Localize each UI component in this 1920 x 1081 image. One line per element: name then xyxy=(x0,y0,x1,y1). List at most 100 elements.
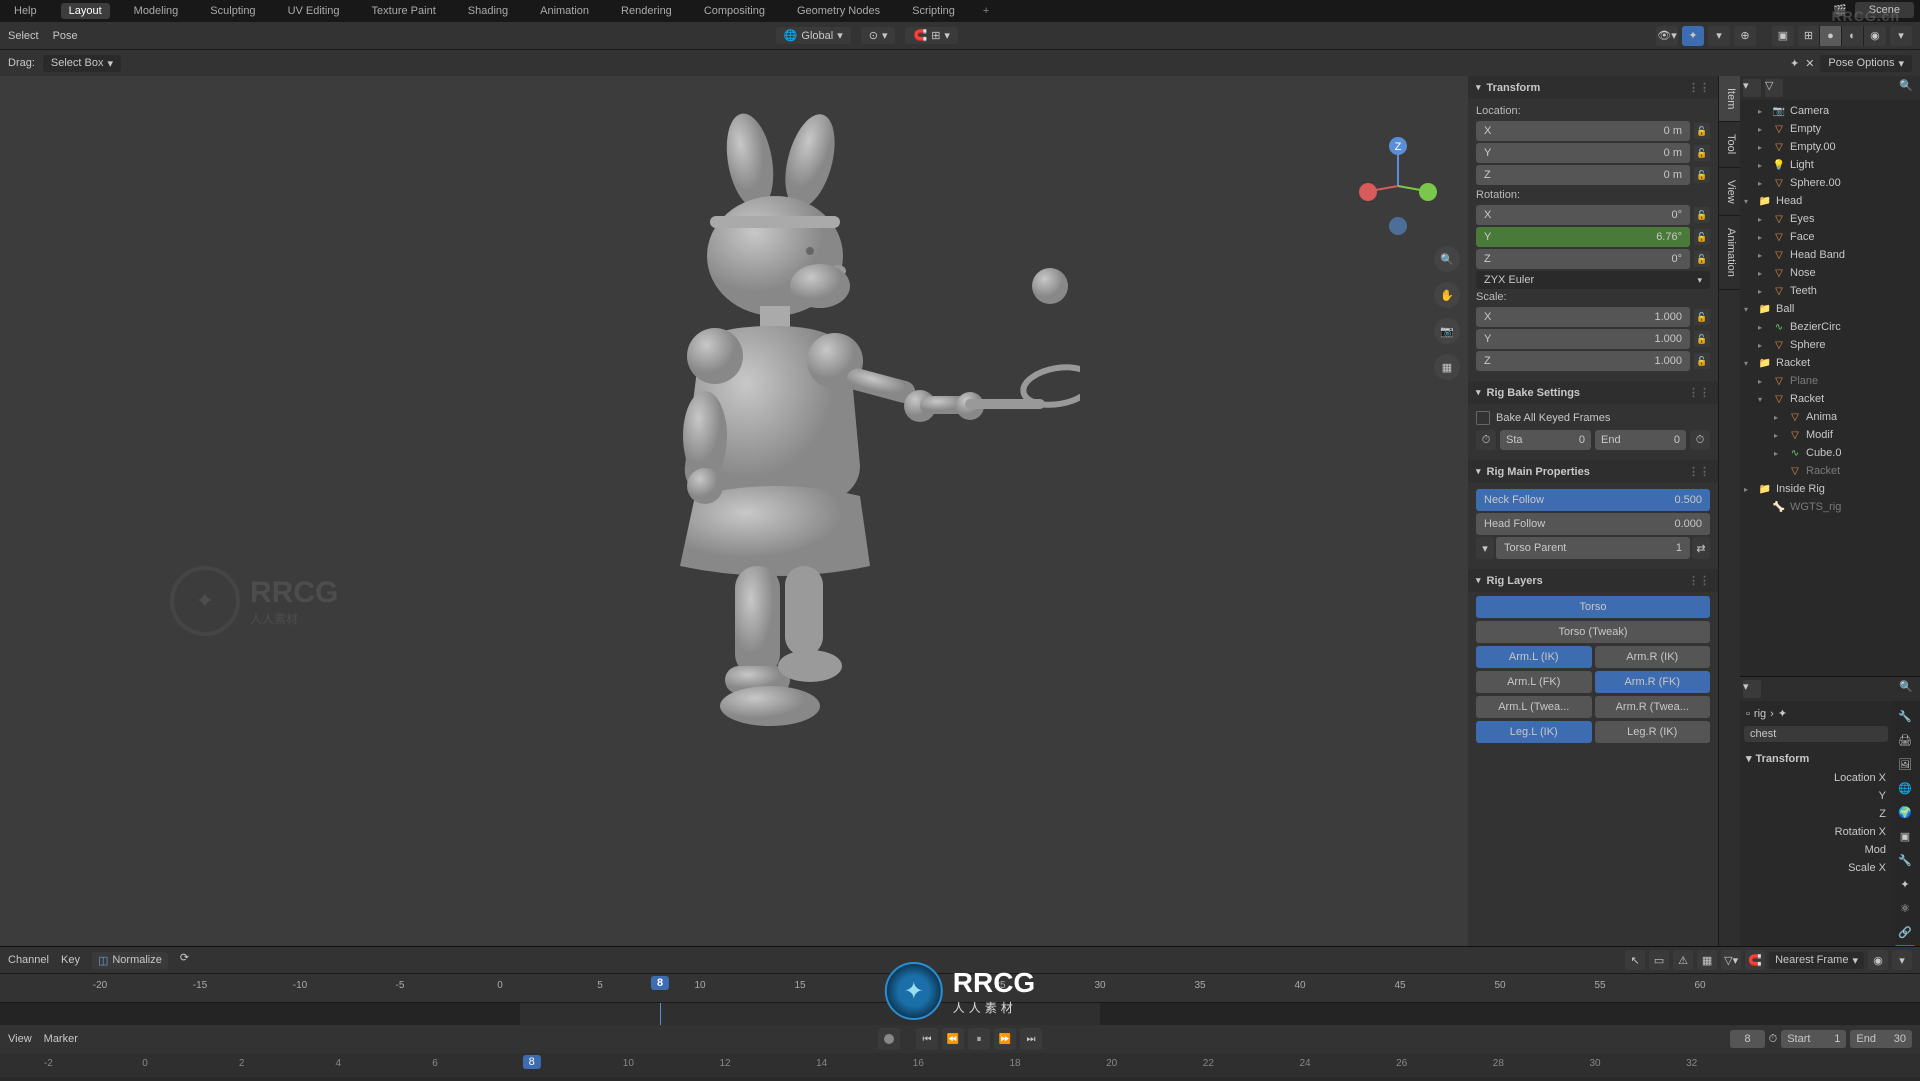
workspace-tab-layout[interactable]: Layout xyxy=(61,3,110,19)
lock-icon[interactable]: 🔓 xyxy=(1694,309,1710,325)
outliner-item[interactable]: ▸▽Head Band xyxy=(1740,246,1920,264)
neck-follow-field[interactable]: Neck Follow0.500 xyxy=(1476,489,1710,511)
workspace-tab-geonodes[interactable]: Geometry Nodes xyxy=(789,3,888,19)
gizmo-dropdown[interactable]: ▾ xyxy=(1708,26,1730,46)
end-frame-field[interactable]: End30 xyxy=(1850,1030,1912,1048)
wireframe-shading[interactable]: ⊞ xyxy=(1798,26,1820,46)
filter-icon[interactable]: ▽ xyxy=(1765,79,1783,97)
workspace-tab-compositing[interactable]: Compositing xyxy=(696,3,773,19)
perspective-icon[interactable]: ▦ xyxy=(1434,354,1460,380)
outliner-item[interactable]: ▸▽Empty xyxy=(1740,120,1920,138)
chevron-down-icon[interactable]: ▾ xyxy=(1476,537,1494,559)
grid-icon[interactable]: ▦ xyxy=(1697,950,1717,970)
layer-torso[interactable]: Torso xyxy=(1476,596,1710,618)
prop-tab-physics[interactable]: ⚛ xyxy=(1894,897,1916,919)
shading-dropdown[interactable]: ▾ xyxy=(1890,26,1912,46)
outliner-tree[interactable]: ▸📷Camera▸▽Empty▸▽Empty.00▸💡Light▸▽Sphere… xyxy=(1740,100,1920,676)
pan-icon[interactable]: ✋ xyxy=(1434,282,1460,308)
layer-leg-l-ik[interactable]: Leg.L (IK) xyxy=(1476,721,1592,743)
marker-menu[interactable]: Marker xyxy=(44,1033,78,1045)
pivot-dropdown[interactable]: ⊙▾ xyxy=(861,27,896,44)
prop-tab-constraint[interactable]: 🔗 xyxy=(1894,921,1916,943)
snap-mode-dropdown[interactable]: Nearest Frame▾ xyxy=(1769,952,1864,969)
workspace-tab-sculpting[interactable]: Sculpting xyxy=(202,3,263,19)
start-frame-field[interactable]: Start1 xyxy=(1781,1030,1846,1048)
normalize-toggle[interactable]: ◫Normalize xyxy=(92,952,168,969)
filter-icon[interactable]: ▽▾ xyxy=(1721,950,1741,970)
scale-z-field[interactable]: Z1.000 xyxy=(1476,351,1690,371)
help-menu[interactable]: Help xyxy=(6,3,45,19)
tab-item[interactable]: Item xyxy=(1719,76,1740,122)
switch-icon[interactable]: ⇄ xyxy=(1692,537,1710,559)
layer-arm-l-fk[interactable]: Arm.L (FK) xyxy=(1476,671,1592,693)
select-menu[interactable]: Select xyxy=(8,30,39,42)
auto-key-toggle[interactable] xyxy=(878,1028,900,1050)
gizmo-toggle[interactable]: ✦ xyxy=(1682,26,1704,46)
loc-y-field[interactable]: Y0 m xyxy=(1476,143,1690,163)
prop-dropdown[interactable]: ▾ xyxy=(1892,950,1912,970)
lock-icon[interactable]: 🔓 xyxy=(1694,229,1710,245)
lock-icon[interactable]: 🔓 xyxy=(1694,167,1710,183)
jump-start-button[interactable]: ⏮ xyxy=(916,1028,938,1050)
rig-main-header[interactable]: ▾Rig Main Properties⋮⋮ xyxy=(1468,460,1718,483)
outliner-item[interactable]: ▾📁Ball xyxy=(1740,300,1920,318)
pose-menu[interactable]: Pose xyxy=(53,30,78,42)
rig-layers-header[interactable]: ▾Rig Layers⋮⋮ xyxy=(1468,569,1718,592)
outliner-item[interactable]: ▸▽Empty.00 xyxy=(1740,138,1920,156)
bone-name-field[interactable]: chest xyxy=(1744,726,1888,742)
head-follow-field[interactable]: Head Follow0.000 xyxy=(1476,513,1710,535)
prop-tab-scene[interactable]: 🌐 xyxy=(1894,777,1916,799)
layer-leg-r-ik[interactable]: Leg.R (IK) xyxy=(1595,721,1711,743)
workspace-tab-uv[interactable]: UV Editing xyxy=(280,3,348,19)
visibility-dropdown[interactable]: 👁▾ xyxy=(1656,26,1678,46)
current-frame-field[interactable]: 8 xyxy=(1730,1030,1764,1048)
rot-x-field[interactable]: X0° xyxy=(1476,205,1690,225)
search-icon[interactable]: 🔍 xyxy=(1899,79,1917,97)
next-key-button[interactable]: ⏩ xyxy=(994,1028,1016,1050)
scale-x-field[interactable]: X1.000 xyxy=(1476,307,1690,327)
clock-icon[interactable]: ⏱ xyxy=(1769,1033,1778,1046)
rot-z-field[interactable]: Z0° xyxy=(1476,249,1690,269)
outliner-item[interactable]: ▸▽Plane xyxy=(1740,372,1920,390)
bake-all-checkbox[interactable]: Bake All Keyed Frames xyxy=(1476,408,1710,428)
workspace-tab-texpaint[interactable]: Texture Paint xyxy=(364,3,444,19)
layer-arm-r-ik[interactable]: Arm.R (IK) xyxy=(1595,646,1711,668)
outliner-item[interactable]: ▸📷Camera xyxy=(1740,102,1920,120)
play-pause-button[interactable]: ⏸ xyxy=(968,1028,990,1050)
outliner-item[interactable]: ▸💡Light xyxy=(1740,156,1920,174)
lock-icon[interactable]: 🔓 xyxy=(1694,123,1710,139)
xray-toggle[interactable]: ▣ xyxy=(1772,26,1794,46)
outliner-item[interactable]: ▸▽Sphere.00 xyxy=(1740,174,1920,192)
layer-arm-l-tweak[interactable]: Arm.L (Twea... xyxy=(1476,696,1592,718)
refresh-icon[interactable]: ⟳ xyxy=(180,951,198,969)
outliner-item[interactable]: ▸📁Inside Rig xyxy=(1740,480,1920,498)
outliner-item[interactable]: ▽Racket xyxy=(1740,462,1920,480)
proportional-toggle[interactable]: ◉ xyxy=(1868,950,1888,970)
lock-icon[interactable]: 🔓 xyxy=(1694,145,1710,161)
lock-icon[interactable]: 🔓 xyxy=(1694,331,1710,347)
outliner-item[interactable]: ▸▽Sphere xyxy=(1740,336,1920,354)
overlay-toggle[interactable]: ⊕ xyxy=(1734,26,1756,46)
outliner-item[interactable]: ▾📁Racket xyxy=(1740,354,1920,372)
rendered-shading[interactable]: ◉ xyxy=(1864,26,1886,46)
snap-dropdown[interactable]: 🧲⊞▾ xyxy=(905,27,957,44)
clock-icon[interactable]: ⏱ xyxy=(1476,430,1496,450)
key-menu[interactable]: Key xyxy=(61,954,80,966)
snap-toggle[interactable]: 🧲 xyxy=(1745,950,1765,970)
outliner-item[interactable]: ▸▽Modif xyxy=(1740,426,1920,444)
prop-tab-render[interactable]: 🔧 xyxy=(1894,705,1916,727)
workspace-tab-animation[interactable]: Animation xyxy=(532,3,597,19)
prop-transform-header[interactable]: ▾Transform xyxy=(1744,748,1888,769)
layer-arm-l-ik[interactable]: Arm.L (IK) xyxy=(1476,646,1592,668)
properties-breadcrumb[interactable]: ▫rig›✦ xyxy=(1744,705,1888,722)
layer-torso-tweak[interactable]: Torso (Tweak) xyxy=(1476,621,1710,643)
prev-key-button[interactable]: ⏪ xyxy=(942,1028,964,1050)
select-mode-dropdown[interactable]: Select Box▾ xyxy=(43,55,121,72)
prop-tab-world[interactable]: 🌍 xyxy=(1894,801,1916,823)
jump-end-button[interactable]: ⏭ xyxy=(1020,1028,1042,1050)
bake-start-field[interactable]: Sta0 xyxy=(1500,430,1591,450)
loc-x-field[interactable]: X0 m xyxy=(1476,121,1690,141)
lock-icon[interactable]: 🔓 xyxy=(1694,353,1710,369)
zoom-icon[interactable]: 🔍 xyxy=(1434,246,1460,272)
tab-animation[interactable]: Animation xyxy=(1719,216,1740,290)
